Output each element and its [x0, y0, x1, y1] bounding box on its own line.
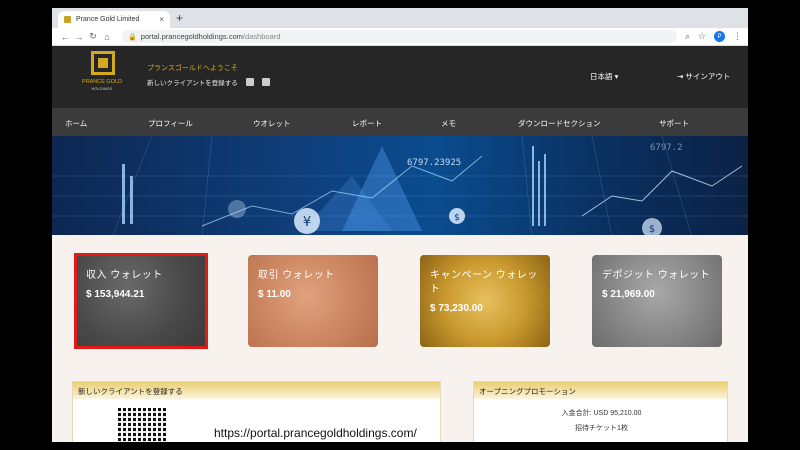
wallet-card-trade[interactable]: 取引 ウォレット $ 11.00 [248, 255, 378, 347]
banner-graphic: ¥ $ $ [52, 136, 748, 237]
url-path: /dashboard [242, 32, 281, 41]
nav-report[interactable]: レポート [352, 118, 382, 129]
qr-code [118, 408, 166, 442]
lock-icon: 🔒 [128, 33, 137, 41]
register-panel: 新しいクライアントを登録する https://portal.prancegold… [72, 381, 441, 442]
register-client-link[interactable]: 新しいクライアントを登録する [147, 77, 238, 87]
wallet-name: デポジット ウォレット [602, 270, 711, 281]
promo-deposit-total: 入金合計: USD 95,210.00 [561, 410, 642, 417]
tab-strip: Prance Gold Limited × + [52, 8, 748, 28]
yen-icon: ¥ [303, 215, 311, 230]
browser-tab[interactable]: Prance Gold Limited × [58, 11, 170, 28]
logo-subtext: HOLDINGS [91, 86, 113, 91]
address-bar[interactable]: 🔒 portal.prancegoldholdings.com/dashboar… [122, 30, 677, 43]
browser-toolbar: ← → ↻ ⌂ 🔒 portal.prancegoldholdings.com /… [52, 28, 748, 46]
nav-memo[interactable]: メモ [441, 118, 456, 129]
wallet-name: キャンペーン ウォレット [430, 270, 538, 295]
promo-ticket: 招待チケット1枚 [575, 425, 628, 432]
wallet-card-deposit[interactable]: デポジット ウォレット $ 21,969.00 [592, 255, 722, 347]
logo-mark-icon [91, 51, 115, 75]
star-icon[interactable]: ☆ [698, 31, 706, 42]
logo[interactable]: PRANCE GOLD HOLDINGS [76, 51, 128, 103]
signout-link[interactable]: ⇥ サインアウト [677, 71, 730, 82]
welcome-text: プランスゴールドへようこそ [147, 65, 238, 72]
referral-url[interactable]: https://portal.prancegoldholdings.com/ [214, 426, 417, 440]
dollar-icon: $ [454, 213, 460, 223]
wallet-card-campaign[interactable]: キャンペーン ウォレット $ 73,230.00 [420, 255, 550, 347]
menu-icon[interactable]: ⋮ [733, 31, 742, 42]
email-icon[interactable] [261, 78, 270, 86]
profile-avatar[interactable]: P [714, 31, 725, 42]
browser-window: Prance Gold Limited × + ← → ↻ ⌂ 🔒 portal… [52, 8, 748, 442]
wallet-name: 取引 ウォレット [258, 270, 335, 281]
dashboard-content: 収入 ウォレット $ 153,944.21 取引 ウォレット $ 11.00 キ… [52, 235, 748, 442]
language-selector[interactable]: 日本語 ▾ [590, 71, 618, 82]
dollar-coin-icon: $ [649, 224, 655, 235]
tab-title: Prance Gold Limited [76, 16, 140, 23]
site-header: PRANCE GOLD HOLDINGS プランスゴールドへようこそ 新しいクラ… [52, 46, 748, 108]
nav-support[interactable]: サポート [659, 118, 689, 129]
banner-ticker: 6797.23925 [407, 158, 462, 168]
new-tab-button[interactable]: + [176, 11, 183, 25]
tab-close-icon[interactable]: × [159, 15, 164, 24]
nav-home[interactable]: ホーム [65, 118, 87, 129]
screen: Prance Gold Limited × + ← → ↻ ⌂ 🔒 portal… [0, 0, 800, 450]
promo-panel-title: オープニングプロモーション [474, 382, 727, 399]
favicon-icon [64, 16, 71, 23]
register-client-row: 新しいクライアントを登録する [147, 77, 270, 87]
nav-profile[interactable]: プロフィール [148, 118, 193, 129]
wallet-amount: $ 11.00 [258, 289, 291, 300]
wallet-amount: $ 21,969.00 [602, 289, 655, 300]
home-icon[interactable]: ⌂ [100, 32, 114, 42]
wallet-amount: $ 73,230.00 [430, 303, 483, 314]
hero-banner: ¥ $ $ 6797.23925 6797.2 [52, 136, 748, 237]
reload-icon[interactable]: ↻ [86, 31, 100, 42]
share-icon[interactable] [245, 78, 254, 86]
main-nav: ホーム プロフィール ウオレット レポート メモ ダウンロードセクション サポー… [52, 108, 748, 136]
zoom-icon[interactable]: ⌕ [685, 31, 690, 42]
highlight-frame [74, 253, 208, 349]
url-host: portal.prancegoldholdings.com [140, 32, 243, 41]
register-panel-title: 新しいクライアントを登録する [73, 382, 440, 399]
forward-icon[interactable]: → [72, 32, 86, 42]
nav-wallet[interactable]: ウオレット [253, 118, 291, 129]
promo-panel: オープニングプロモーション 入金合計: USD 95,210.00 招待チケット… [473, 381, 728, 442]
logo-text: PRANCE GOLD [81, 79, 123, 85]
nav-download[interactable]: ダウンロードセクション [518, 118, 601, 129]
banner-ticker-2: 6797.2 [650, 143, 683, 153]
back-icon[interactable]: ← [58, 32, 72, 42]
